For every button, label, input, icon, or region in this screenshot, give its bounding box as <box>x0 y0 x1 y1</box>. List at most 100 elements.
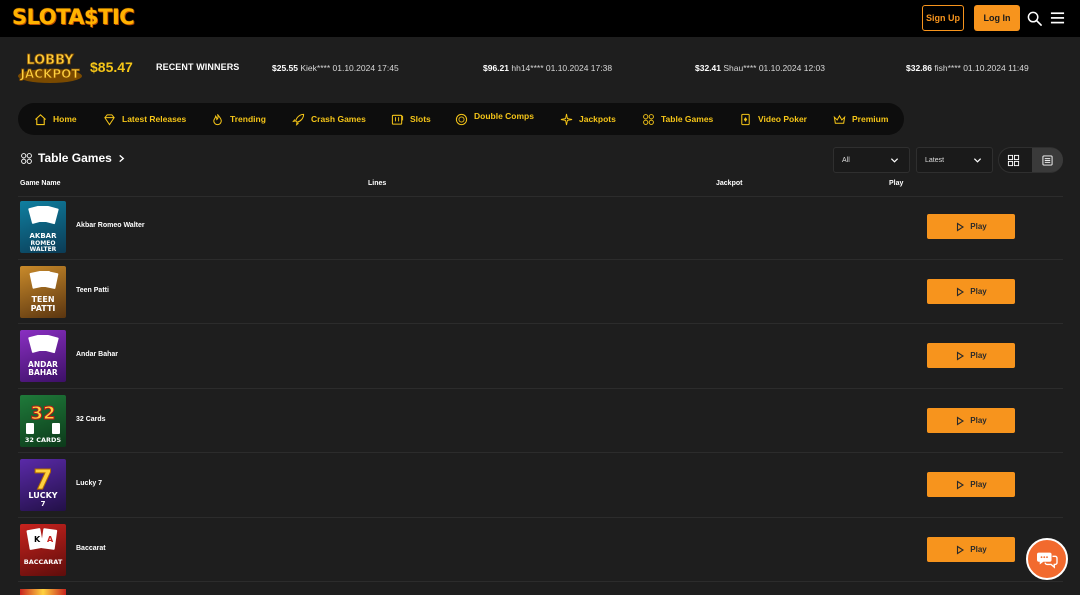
menu-icon[interactable] <box>1050 11 1065 25</box>
game-name[interactable]: Baccarat <box>76 545 106 552</box>
game-thumbnail[interactable] <box>20 589 66 595</box>
filter-select[interactable]: All <box>833 147 910 173</box>
table-row: 7 LUCKY 7 Lucky 7 Play <box>20 459 1063 511</box>
nav-label: Table Games <box>661 114 714 124</box>
svg-text:BACCARAT: BACCARAT <box>24 558 63 566</box>
nav-item-table-games[interactable]: Table Games <box>642 103 713 135</box>
game-name[interactable]: Teen Patti <box>76 287 109 294</box>
nav-label: Jackpots <box>579 114 616 124</box>
game-name[interactable]: 32 Cards <box>76 416 106 423</box>
play-label: Play <box>970 222 987 231</box>
svg-text:K: K <box>34 535 41 544</box>
winner-info: hh14**** 01.10.2024 17:38 <box>511 63 613 73</box>
game-name[interactable]: Andar Bahar <box>76 351 118 358</box>
list-view-icon <box>1042 154 1053 166</box>
play-button[interactable]: Play <box>927 537 1015 562</box>
divider <box>18 517 1063 518</box>
card-art-icon: ANDARBAHAR <box>28 334 59 377</box>
svg-text:JACKPOT: JACKPOT <box>19 67 80 81</box>
sort-select[interactable]: Latest <box>916 147 993 173</box>
log-in-button[interactable]: Log In <box>974 5 1020 31</box>
game-thumbnail[interactable]: 7 LUCKY 7 <box>20 459 66 511</box>
nav-label: Trending <box>230 114 266 124</box>
sparkle-icon <box>560 113 573 125</box>
sort-select-value: Latest <box>925 156 945 164</box>
svg-text:LUCKY: LUCKY <box>28 491 57 500</box>
play-label: Play <box>970 545 987 554</box>
nav-item-jackpots[interactable]: Jackpots <box>560 103 616 135</box>
card-art-icon: AKBARROMEOWALTER <box>28 205 59 253</box>
winner-amount: $32.41 <box>695 63 721 73</box>
play-button[interactable]: Play <box>927 472 1015 497</box>
jackpot-balance: $85.47 <box>90 59 133 75</box>
svg-text:PATTI: PATTI <box>31 304 56 313</box>
site-logo[interactable]: SLOTA$TIC <box>12 5 135 29</box>
winner-entry: $96.21 hh14**** 01.10.2024 17:38 <box>483 63 612 73</box>
play-button[interactable]: Play <box>927 343 1015 368</box>
column-header-lines: Lines <box>368 180 387 187</box>
nav-item-latest-releases[interactable]: Latest Releases <box>103 103 186 135</box>
nav-item-home[interactable]: Home <box>34 103 77 135</box>
svg-text:BAHAR: BAHAR <box>28 368 58 377</box>
video-poker-icon <box>741 113 750 125</box>
game-name[interactable]: Akbar Romeo Walter <box>76 222 145 229</box>
search-icon[interactable] <box>1027 11 1042 26</box>
play-label: Play <box>970 480 987 489</box>
play-icon <box>957 479 965 490</box>
column-header-play: Play <box>889 180 904 187</box>
game-thumbnail[interactable]: K A BACCARAT <box>20 524 66 576</box>
crown-icon <box>833 114 846 124</box>
nav-item-video-poker[interactable]: Video Poker <box>739 103 807 135</box>
nav-item-premium[interactable]: Premium <box>833 103 888 135</box>
winner-entry: $32.86 fish**** 01.10.2024 11:49 <box>906 63 1029 73</box>
list-view-button[interactable] <box>1032 148 1063 172</box>
winner-entry: $32.41 Shau**** 01.10.2024 12:03 <box>695 63 825 73</box>
grid-view-icon[interactable] <box>1007 154 1020 167</box>
cards-icon <box>21 152 32 164</box>
play-icon <box>957 350 965 361</box>
game-name[interactable]: Lucky 7 <box>76 480 102 487</box>
card-art-icon: 32 32 CARDS <box>25 403 62 445</box>
table-row: 32 32 CARDS 32 Cards Play <box>20 395 1063 447</box>
nav-item-slots[interactable]: Slots <box>391 103 431 135</box>
chevron-down-icon <box>890 158 899 163</box>
divider <box>18 388 1063 389</box>
diamond-icon <box>104 113 115 126</box>
nav-item-double-comps[interactable]: Double Comps <box>455 100 534 132</box>
game-thumbnail[interactable]: TEEN PATTI <box>20 266 66 318</box>
chat-support-button[interactable] <box>1026 538 1068 580</box>
seven-art-icon: 7LUCKY7 <box>28 463 57 509</box>
nav-item-trending[interactable]: Trending <box>211 103 266 135</box>
section-title-text: Table Games <box>38 151 112 165</box>
top-header: SLOTA$TIC Sign Up Log In <box>0 0 1080 37</box>
winner-info: Shau**** 01.10.2024 12:03 <box>723 63 825 73</box>
nav-label: Video Poker <box>758 114 807 124</box>
svg-text:WALTER: WALTER <box>30 246 57 253</box>
play-button[interactable]: Play <box>927 214 1015 239</box>
filter-select-value: All <box>842 156 850 164</box>
cards-icon <box>643 113 654 125</box>
column-header-jackpot: Jackpot <box>716 180 743 187</box>
play-icon <box>957 221 965 232</box>
nav-label: Double Comps <box>474 111 534 121</box>
nav-item-crash-games[interactable]: Crash Games <box>292 103 366 135</box>
game-thumbnail[interactable]: AKBAR ROMEO WALTER <box>20 201 66 253</box>
section-title[interactable]: Table Games <box>20 151 126 165</box>
card-art-icon: TEENPATTI <box>29 271 59 313</box>
play-button[interactable]: Play <box>927 408 1015 433</box>
column-header-game-name: Game Name <box>20 180 61 187</box>
chevron-down-icon <box>973 158 982 163</box>
nav-label: Premium <box>852 114 889 124</box>
play-button[interactable]: Play <box>927 279 1015 304</box>
view-toggle <box>998 147 1063 173</box>
table-row: ANDAR BAHAR Andar Bahar Play <box>20 330 1063 382</box>
game-thumbnail[interactable]: ANDAR BAHAR <box>20 330 66 382</box>
divider <box>18 581 1063 582</box>
game-thumbnail[interactable]: 32 32 CARDS <box>20 395 66 447</box>
slot-machine-icon <box>391 114 404 125</box>
nav-label: Slots <box>410 114 431 124</box>
svg-text:AKBAR: AKBAR <box>30 232 58 240</box>
sign-up-button[interactable]: Sign Up <box>922 5 964 31</box>
table-row: K A BACCARAT Baccarat Play <box>20 524 1063 576</box>
coin-icon <box>455 113 468 125</box>
